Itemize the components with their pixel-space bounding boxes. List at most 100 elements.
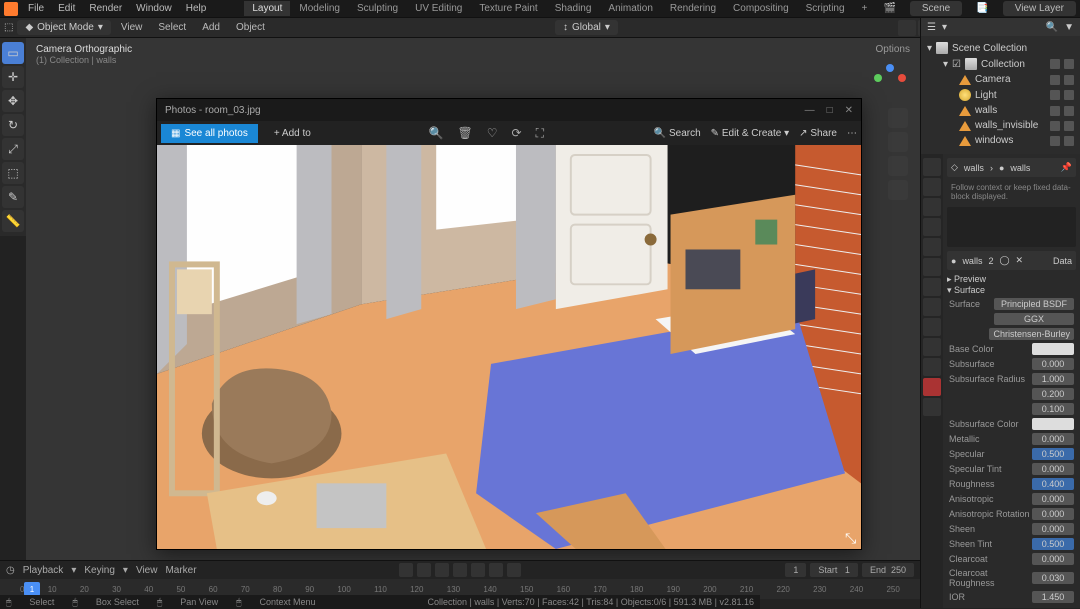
- numeric-slider[interactable]: 0.030: [1032, 572, 1074, 584]
- axis-z-icon[interactable]: [886, 64, 894, 72]
- prev-keyframe-icon[interactable]: [435, 563, 449, 577]
- prop-tab-object-icon[interactable]: [923, 258, 941, 276]
- 3d-viewport[interactable]: Camera Orthographic (1) Collection | wal…: [26, 38, 920, 560]
- header-add[interactable]: Add: [196, 20, 226, 35]
- distribution-dropdown[interactable]: GGX: [994, 313, 1074, 325]
- menu-file[interactable]: File: [22, 1, 50, 16]
- transform-orientation[interactable]: ↕ Global ▾: [555, 20, 618, 35]
- perspective-gizmo-icon[interactable]: [888, 180, 908, 200]
- menu-render[interactable]: Render: [83, 1, 128, 16]
- disclosure-icon[interactable]: ▾: [927, 43, 932, 54]
- timeline-keying[interactable]: Keying: [84, 565, 115, 576]
- data-link-button[interactable]: Data: [1053, 256, 1072, 266]
- menu-edit[interactable]: Edit: [52, 1, 81, 16]
- play-reverse-icon[interactable]: [453, 563, 467, 577]
- prop-tab-output-icon[interactable]: [923, 178, 941, 196]
- checkbox-icon[interactable]: ☑: [952, 59, 961, 70]
- workspace-tab-add[interactable]: +: [854, 1, 876, 16]
- minimize-icon[interactable]: —: [805, 105, 815, 116]
- play-icon[interactable]: [471, 563, 485, 577]
- numeric-slider[interactable]: 0.000: [1032, 553, 1074, 565]
- workspace-tab-layout[interactable]: Layout: [244, 1, 290, 16]
- prop-tab-material-icon[interactable]: [923, 378, 941, 396]
- see-all-photos-button[interactable]: ▦ See all photos: [161, 124, 258, 143]
- numeric-slider[interactable]: 0.000: [1032, 493, 1074, 505]
- prop-tab-render-icon[interactable]: [923, 158, 941, 176]
- editor-type-icon[interactable]: ⬚: [4, 22, 13, 33]
- prop-tab-constraints-icon[interactable]: [923, 338, 941, 356]
- snap-icon[interactable]: [898, 20, 916, 36]
- hide-icon[interactable]: [1050, 106, 1060, 116]
- end-frame-input[interactable]: End 250: [862, 563, 914, 577]
- render-icon[interactable]: [1064, 136, 1074, 146]
- annotate-tool-icon[interactable]: ✎: [2, 186, 24, 208]
- hide-icon[interactable]: [1050, 90, 1060, 100]
- select-tool-icon[interactable]: ▭: [2, 42, 24, 64]
- maximize-icon[interactable]: □: [827, 105, 833, 116]
- workspace-tab-shading[interactable]: Shading: [547, 1, 600, 16]
- axis-x-icon[interactable]: [898, 74, 906, 82]
- disclosure-icon[interactable]: ▾: [943, 59, 948, 70]
- axis-y-icon[interactable]: [874, 74, 882, 82]
- prop-tab-modifier-icon[interactable]: [923, 278, 941, 296]
- measure-tool-icon[interactable]: 📏: [2, 210, 24, 232]
- numeric-slider[interactable]: 1.450: [1032, 591, 1074, 603]
- preview-panel[interactable]: ▸ Preview: [947, 274, 1076, 285]
- hide-icon[interactable]: [1050, 121, 1060, 131]
- zoom-icon[interactable]: 🔍: [429, 126, 444, 141]
- hide-icon[interactable]: [1050, 75, 1060, 85]
- next-keyframe-icon[interactable]: [489, 563, 503, 577]
- edit-button[interactable]: ✎ Edit & Create ▾: [711, 128, 789, 139]
- timeline-editor-icon[interactable]: ◷: [6, 565, 15, 576]
- numeric-slider[interactable]: 1.000: [1032, 373, 1074, 385]
- surface-shader-dropdown[interactable]: Principled BSDF: [994, 298, 1074, 310]
- material-name-input[interactable]: walls: [962, 256, 982, 266]
- prop-tab-mesh-icon[interactable]: [923, 358, 941, 376]
- pan-gizmo-icon[interactable]: [888, 132, 908, 152]
- numeric-slider[interactable]: 0.000: [1032, 463, 1074, 475]
- hide-icon[interactable]: [1050, 136, 1060, 146]
- numeric-slider[interactable]: 0.500: [1032, 538, 1074, 550]
- surface-panel[interactable]: ▾ Surface: [947, 285, 1076, 296]
- search-icon[interactable]: 🔍: [1046, 22, 1058, 33]
- hide-icon[interactable]: [1050, 59, 1060, 69]
- workspace-tab-sculpting[interactable]: Sculpting: [349, 1, 406, 16]
- crop-icon[interactable]: ⛶: [536, 126, 544, 141]
- rotate-tool-icon[interactable]: ↻: [2, 114, 24, 136]
- more-icon[interactable]: ⋯: [847, 128, 857, 139]
- add-to-button[interactable]: + Add to: [266, 124, 319, 143]
- zoom-gizmo-icon[interactable]: [888, 108, 908, 128]
- render-icon[interactable]: [1064, 59, 1074, 69]
- timeline-marker[interactable]: Marker: [165, 565, 196, 576]
- photos-image-view[interactable]: ⤡: [157, 145, 861, 549]
- filter-icon[interactable]: ▼: [1064, 22, 1074, 33]
- search-button[interactable]: 🔍 Search: [654, 128, 701, 139]
- axis-gizmo[interactable]: [870, 64, 910, 104]
- autokey-icon[interactable]: [399, 563, 413, 577]
- prop-tab-physics-icon[interactable]: [923, 318, 941, 336]
- render-icon[interactable]: [1064, 121, 1074, 131]
- workspace-tab-texture-paint[interactable]: Texture Paint: [471, 1, 545, 16]
- pin-icon[interactable]: 📌: [1061, 162, 1072, 173]
- viewport-options[interactable]: Options: [876, 44, 910, 55]
- outliner-mode-icon[interactable]: ▾: [942, 22, 947, 33]
- numeric-slider[interactable]: 0.000: [1032, 433, 1074, 445]
- outliner-walls[interactable]: walls: [921, 103, 1080, 118]
- view-layer-dropdown[interactable]: View Layer: [1003, 1, 1076, 16]
- photos-titlebar[interactable]: Photos - room_03.jpg — □ ✕: [157, 99, 861, 121]
- outliner-walls-invisible[interactable]: walls_invisible: [921, 118, 1080, 133]
- scene-dropdown[interactable]: Scene: [910, 1, 962, 16]
- numeric-slider[interactable]: 0.000: [1032, 508, 1074, 520]
- workspace-tab-animation[interactable]: Animation: [600, 1, 660, 16]
- render-icon[interactable]: [1064, 75, 1074, 85]
- prop-tab-world-icon[interactable]: [923, 238, 941, 256]
- transform-tool-icon[interactable]: ⬚: [2, 162, 24, 184]
- menu-window[interactable]: Window: [130, 1, 178, 16]
- prop-tab-scene-icon[interactable]: [923, 218, 941, 236]
- start-frame-input[interactable]: Start 1: [810, 563, 858, 577]
- prop-tab-particles-icon[interactable]: [923, 298, 941, 316]
- numeric-slider[interactable]: 0.000: [1032, 523, 1074, 535]
- color-swatch[interactable]: [1032, 343, 1074, 355]
- workspace-tab-scripting[interactable]: Scripting: [798, 1, 853, 16]
- cursor-tool-icon[interactable]: ✛: [2, 66, 24, 88]
